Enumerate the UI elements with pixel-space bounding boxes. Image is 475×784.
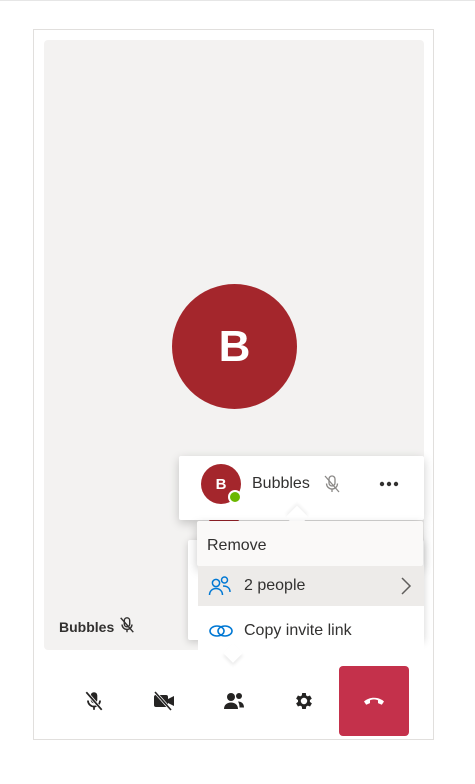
more-horizontal-icon — [379, 481, 399, 487]
tile-mic-off-icon — [118, 616, 136, 637]
main-avatar-initial: B — [218, 321, 251, 371]
link-icon — [208, 622, 234, 640]
top-divider — [0, 0, 475, 1]
settings-gear-icon — [296, 693, 312, 709]
main-participant-avatar: B — [172, 284, 297, 409]
more-options-button[interactable] — [375, 472, 403, 496]
copy-invite-link-label: Copy invite link — [244, 622, 352, 639]
call-controls-bar — [0, 660, 475, 740]
participant-context-menu: Remove — [197, 521, 423, 566]
participants-button[interactable] — [204, 666, 264, 736]
people-count-label: 2 people — [244, 577, 306, 594]
camera-off-icon — [153, 691, 174, 711]
participant-tile-label: Bubbles — [59, 616, 136, 637]
remove-menu-item[interactable]: Remove — [207, 537, 267, 555]
participant-row[interactable]: B Bubbles — [201, 464, 342, 504]
mic-off-icon — [85, 691, 103, 711]
chevron-right-icon — [400, 576, 412, 596]
presence-available-icon — [228, 490, 242, 504]
mute-button[interactable] — [64, 666, 124, 736]
hang-up-button[interactable] — [339, 666, 409, 736]
people-row[interactable]: 2 people — [198, 566, 424, 606]
participant-avatar: B — [201, 464, 242, 504]
tile-name: Bubbles — [59, 618, 115, 635]
hang-up-icon — [364, 697, 384, 705]
participant-name: Bubbles — [252, 475, 310, 492]
camera-button[interactable] — [134, 666, 194, 736]
participant-mic-off-icon — [322, 474, 342, 494]
people-outline-icon — [208, 575, 234, 597]
settings-button[interactable] — [274, 666, 334, 736]
people-icon — [224, 693, 244, 709]
participant-initial: B — [215, 475, 227, 493]
